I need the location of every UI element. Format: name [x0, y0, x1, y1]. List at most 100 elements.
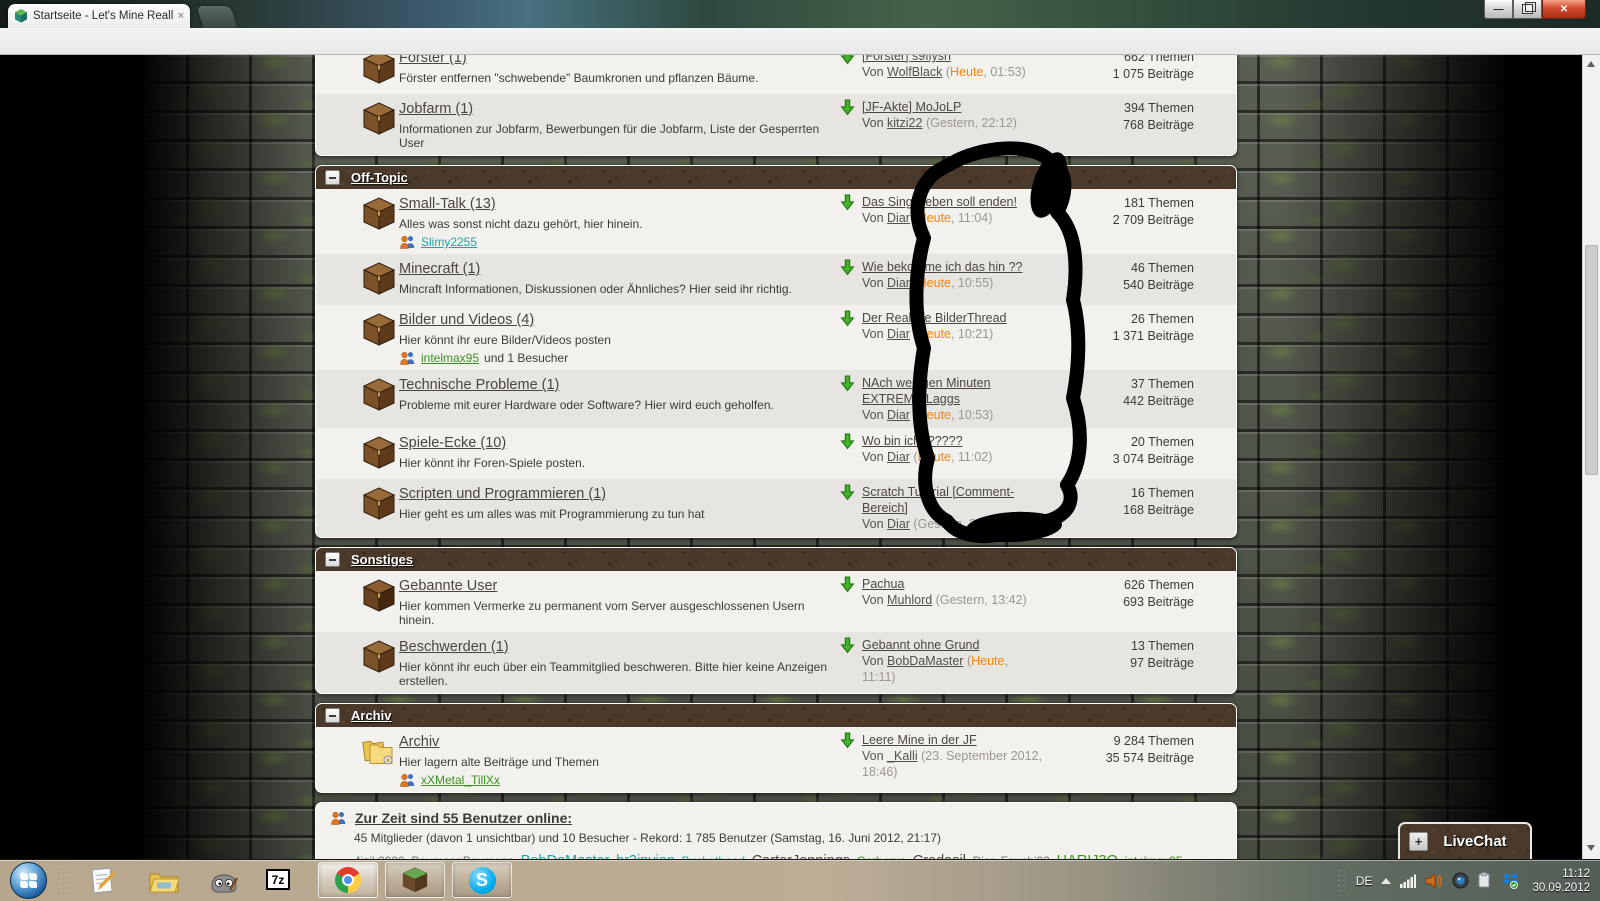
forum-stats: 394 Themen768 Beiträge: [1044, 100, 1194, 134]
thread-link[interactable]: Wo bin ich:)?????: [862, 434, 963, 448]
clipboard-tray-icon[interactable]: [1478, 872, 1493, 889]
user-link[interactable]: Diar: [887, 517, 910, 531]
goto-last-post[interactable]: [839, 375, 856, 423]
new-tab-button[interactable]: [196, 6, 237, 28]
forum-link[interactable]: Gebannte User: [399, 578, 497, 594]
moderator-link[interactable]: Slimy2255: [421, 235, 477, 249]
scroll-up-icon[interactable]: [1587, 61, 1595, 67]
scrollbar-thumb[interactable]: [1585, 245, 1598, 475]
user-link[interactable]: Diar: [887, 211, 910, 225]
tab-close-icon[interactable]: ×: [178, 10, 184, 22]
forum-link[interactable]: Scripten und Programmieren (1): [399, 486, 606, 502]
thread-link[interactable]: [Förster] s9flysh: [862, 55, 951, 63]
von-label: Von: [862, 593, 887, 607]
taskbar-minecraft-button[interactable]: [385, 862, 445, 898]
forum-link[interactable]: Beschwerden (1): [399, 639, 509, 655]
forum-link[interactable]: Small-Talk (13): [399, 196, 496, 212]
user-link[interactable]: Diar: [887, 327, 910, 341]
user-link[interactable]: Diar: [887, 408, 910, 422]
volume-icon[interactable]: [1425, 873, 1443, 889]
goto-last-post[interactable]: [839, 55, 856, 80]
window-minimize-button[interactable]: —: [1484, 0, 1513, 19]
webcam-tray-icon[interactable]: [1452, 872, 1469, 889]
collapse-button[interactable]: [325, 170, 340, 185]
section-title[interactable]: Off-Topic: [351, 170, 408, 185]
goto-last-post[interactable]: [839, 259, 856, 291]
user-link[interactable]: Muhlord: [887, 593, 932, 607]
thread-link[interactable]: Wie bekomme ich das hin ??: [862, 260, 1023, 274]
user-link[interactable]: kitzi22: [887, 116, 922, 130]
goto-last-post[interactable]: [839, 310, 856, 342]
page-scrollbar[interactable]: [1582, 55, 1600, 859]
section-title[interactable]: Sonstiges: [351, 552, 413, 567]
thread-link[interactable]: Pachua: [862, 577, 904, 591]
beitraege-count: 97 Beiträge: [1044, 655, 1194, 672]
taskbar-skype-button[interactable]: S: [452, 862, 512, 898]
window-close-button[interactable]: ✕: [1542, 0, 1586, 19]
goto-last-post[interactable]: [839, 484, 856, 532]
system-tray: DE 11:12 30.09.2012: [1337, 860, 1600, 901]
section-title[interactable]: Archiv: [351, 708, 391, 723]
thread-link[interactable]: NAch wenigen Minuten EXTREME Laggs: [862, 376, 991, 406]
collapse-button[interactable]: [325, 708, 340, 723]
taskbar-clock[interactable]: 11:12 30.09.2012: [1532, 867, 1590, 895]
show-hidden-icons[interactable]: [1381, 878, 1391, 884]
browser-tab-strip: Startseite - Let's Mine Reall × — ✕: [0, 0, 1600, 28]
forum-description: Hier könnt ihr eure Bilder/Videos posten: [399, 333, 839, 347]
scroll-down-icon[interactable]: [1587, 845, 1595, 851]
goto-last-post[interactable]: [839, 576, 856, 608]
last-post-by: Von Diar (Heute, 11:02): [862, 449, 1042, 465]
user-link[interactable]: Diar: [887, 276, 910, 290]
livechat-tab[interactable]: + LiveChat: [1398, 822, 1532, 859]
user-link[interactable]: Diar: [887, 450, 910, 464]
moderator-link[interactable]: intelmax95: [421, 351, 479, 365]
forum-description: Informationen zur Jobfarm, Bewerbungen f…: [399, 122, 839, 150]
online-heading-link[interactable]: Zur Zeit sind 55 Benutzer online:: [355, 810, 572, 826]
user-link[interactable]: WolfBlack: [887, 65, 942, 79]
last-post-cell: [JF-Akte] MoJoLPVon kitzi22 (Gestern, 22…: [839, 99, 1044, 131]
forum-link[interactable]: Minecraft (1): [399, 261, 480, 277]
sevenzip-icon[interactable]: 7z: [266, 869, 290, 890]
explorer-folder-icon[interactable]: [148, 866, 180, 901]
moderators-line: xXMetal_TillXx: [399, 773, 839, 787]
last-post-arrow-icon: [839, 576, 856, 593]
thread-link[interactable]: [JF-Akte] MoJoLP: [862, 100, 961, 114]
beitraege-count: 1 371 Beiträge: [1044, 328, 1194, 345]
taskbar-grip[interactable]: [58, 868, 68, 894]
taskbar-chrome-button[interactable]: [318, 862, 378, 898]
goto-last-post[interactable]: [839, 194, 856, 226]
collapse-button[interactable]: [325, 552, 340, 567]
language-indicator[interactable]: DE: [1356, 874, 1373, 888]
livechat-plus-button[interactable]: +: [1409, 832, 1428, 851]
notepad-shortcut-icon[interactable]: [88, 866, 118, 901]
user-link[interactable]: _Kalli: [887, 749, 918, 763]
goto-last-post[interactable]: [839, 433, 856, 465]
thread-link[interactable]: Gebannt ohne Grund: [862, 638, 979, 652]
moderator-link[interactable]: xXMetal_TillXx: [421, 773, 500, 787]
thread-link[interactable]: Der RealLife BilderThread: [862, 311, 1007, 325]
thread-link[interactable]: Das Singleleben soll enden!: [862, 195, 1017, 209]
start-button[interactable]: [10, 862, 47, 899]
forum-link[interactable]: Jobfarm (1): [399, 101, 473, 117]
skype-icon: S: [469, 867, 496, 894]
thread-link[interactable]: Scratch Tutorial [Comment-Bereich]: [862, 485, 1014, 515]
minecraft-icon: [401, 866, 429, 894]
forum-link[interactable]: Bilder und Videos (4): [399, 312, 534, 328]
gimp-icon[interactable]: [208, 866, 240, 901]
forum-link[interactable]: Förster (1): [399, 55, 467, 66]
tray-grip[interactable]: [1337, 868, 1347, 894]
dropbox-tray-icon[interactable]: [1502, 873, 1519, 889]
window-restore-button[interactable]: [1513, 0, 1542, 19]
forum-link[interactable]: Archiv: [399, 734, 439, 750]
network-icon[interactable]: [1400, 874, 1416, 888]
beitraege-count: 3 074 Beiträge: [1044, 451, 1194, 468]
goto-last-post[interactable]: [839, 637, 856, 685]
goto-last-post[interactable]: [839, 732, 856, 780]
thread-link[interactable]: Leere Mine in der JF: [862, 733, 977, 747]
forum-link[interactable]: Technische Probleme (1): [399, 377, 559, 393]
goto-last-post[interactable]: [839, 99, 856, 131]
last-post-arrow-icon: [839, 99, 856, 116]
forum-link[interactable]: Spiele-Ecke (10): [399, 435, 506, 451]
browser-tab[interactable]: Startseite - Let's Mine Reall ×: [8, 4, 190, 28]
user-link[interactable]: BobDaMaster: [887, 654, 963, 668]
